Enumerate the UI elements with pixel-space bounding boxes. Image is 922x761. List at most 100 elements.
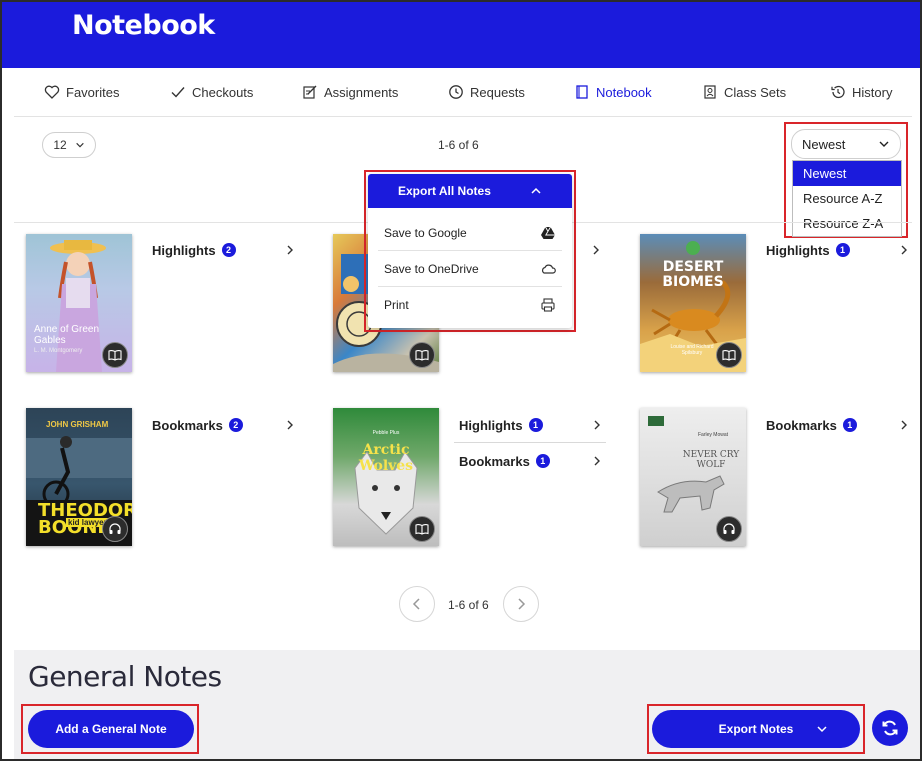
- count-badge: 2: [228, 418, 243, 432]
- note-type-label: Bookmarks: [459, 453, 530, 469]
- sort-selected-value: Newest: [802, 136, 846, 152]
- app-window: Notebook Favorites Checkouts Assignments…: [0, 0, 922, 761]
- book-cover-theodore-boone[interactable]: JOHN GRISHAM THEODORE BOONE kid lawyer: [26, 408, 132, 546]
- tab-label: Requests: [470, 84, 525, 100]
- headphones-icon: [109, 523, 121, 534]
- tab-label: Favorites: [66, 84, 120, 100]
- note-row-bookmarks[interactable]: Bookmarks 1: [459, 449, 603, 473]
- cover-author: Louise and Richard Spilsbury: [670, 344, 714, 356]
- cover-title: Arctic Wolves: [358, 442, 414, 474]
- count-badge: 1: [535, 454, 550, 468]
- chevron-right-icon: [594, 456, 600, 466]
- chevron-right-icon: [518, 598, 526, 610]
- listen-audiobook-button[interactable]: [716, 516, 742, 542]
- chevron-right-icon: [287, 420, 293, 430]
- save-to-onedrive-option[interactable]: Save to OneDrive: [378, 252, 562, 287]
- note-row-bookmarks[interactable]: Bookmarks 1: [766, 413, 910, 437]
- chevron-down-icon: [75, 142, 84, 148]
- tab-label: Notebook: [596, 84, 652, 100]
- note-type-label: Bookmarks: [766, 417, 837, 433]
- note-type-label: Bookmarks: [152, 417, 223, 433]
- class-sets-icon: [704, 85, 716, 99]
- heart-icon: [44, 85, 60, 99]
- pagination-range: 1-6 of 6: [448, 598, 489, 612]
- sort-select[interactable]: Newest: [791, 129, 901, 159]
- chevron-right-icon: [901, 245, 907, 255]
- check-icon: [171, 87, 185, 98]
- book-cover-arctic-wolves[interactable]: Arctic Wolves Pebble Plus: [333, 408, 439, 546]
- per-page-select[interactable]: 12: [42, 132, 96, 158]
- open-book-icon: [415, 524, 429, 535]
- next-page-button[interactable]: [503, 586, 539, 622]
- tab-favorites[interactable]: Favorites: [44, 84, 119, 100]
- nav-divider: [14, 116, 912, 117]
- sort-option-resource-a-z[interactable]: Resource A-Z: [793, 186, 901, 211]
- tab-class-sets[interactable]: Class Sets: [702, 84, 786, 100]
- general-notes-title: General Notes: [28, 660, 222, 693]
- note-row-highlights[interactable]: Highlights 2: [152, 238, 296, 262]
- count-badge: 1: [528, 418, 543, 432]
- open-book-button[interactable]: [102, 342, 128, 368]
- tab-history[interactable]: History: [830, 84, 892, 100]
- sort-option-resource-z-a[interactable]: Resource Z-A: [793, 211, 901, 236]
- save-to-google-option[interactable]: Save to Google: [378, 216, 562, 251]
- sort-options-list: Newest Resource A-Z Resource Z-A: [792, 160, 902, 237]
- tab-requests[interactable]: Requests: [448, 84, 525, 100]
- option-label: Print: [384, 297, 409, 312]
- listen-audiobook-button[interactable]: [102, 516, 128, 542]
- open-book-button[interactable]: [409, 516, 435, 542]
- refresh-icon: [882, 720, 898, 736]
- google-drive-icon: [541, 226, 555, 239]
- export-all-notes-menu: Export All Notes Save to Google Save to …: [368, 174, 572, 328]
- previous-page-button[interactable]: [399, 586, 435, 622]
- note-type-label: Highlights: [766, 242, 830, 258]
- note-row-highlights[interactable]: Highlights 1: [766, 238, 910, 262]
- option-label: Save to Google: [384, 226, 467, 240]
- export-all-notes-toggle[interactable]: Export All Notes: [368, 174, 572, 208]
- cover-author: Farley Mowat: [698, 432, 729, 438]
- tab-notebook[interactable]: Notebook: [574, 84, 652, 100]
- headphones-icon: [723, 523, 735, 534]
- open-book-icon: [108, 350, 122, 361]
- chevron-left-icon: [412, 598, 420, 610]
- tab-label: Assignments: [324, 84, 399, 100]
- history-icon: [831, 85, 845, 99]
- print-option[interactable]: Print: [378, 287, 562, 322]
- add-general-note-button[interactable]: Add a General Note: [28, 710, 194, 748]
- results-range: 1-6 of 6: [438, 138, 479, 152]
- cover-title: NEVER CRY WOLF: [682, 450, 740, 470]
- app-header: Notebook: [2, 2, 920, 68]
- tab-label: Class Sets: [724, 84, 787, 100]
- export-notes-button[interactable]: Export Notes: [652, 710, 860, 748]
- cover-author: L. M. Montgomery: [34, 348, 83, 354]
- book-cover-anne-of-green-gables[interactable]: Anne of Green Gables L. M. Montgomery: [26, 234, 132, 372]
- chevron-down-icon: [817, 726, 827, 733]
- note-row-divider: [454, 442, 606, 443]
- tab-label: Checkouts: [192, 84, 254, 100]
- sort-option-newest[interactable]: Newest: [793, 161, 901, 186]
- note-row-bookmarks[interactable]: Bookmarks 2: [152, 413, 296, 437]
- chevron-right-icon: [594, 420, 600, 430]
- tab-checkouts[interactable]: Checkouts: [170, 84, 253, 100]
- book-cover-never-cry-wolf[interactable]: Farley Mowat NEVER CRY WOLF: [640, 408, 746, 546]
- tab-assignments[interactable]: Assignments: [302, 84, 398, 100]
- count-badge: 1: [842, 418, 857, 432]
- main-nav: Favorites Checkouts Assignments Requests…: [2, 80, 920, 116]
- note-row-highlights[interactable]: Highlights 1: [459, 413, 603, 437]
- notebook-icon: [576, 85, 588, 99]
- clock-icon: [449, 85, 463, 99]
- per-page-value: 12: [53, 138, 67, 152]
- open-book-button[interactable]: [716, 342, 742, 368]
- cover-author: JOHN GRISHAM: [46, 420, 109, 429]
- tab-label: History: [852, 84, 893, 100]
- chevron-right-icon[interactable]: [590, 244, 602, 256]
- open-book-button[interactable]: [409, 342, 435, 368]
- open-book-icon: [415, 350, 429, 361]
- refresh-button[interactable]: [872, 710, 908, 746]
- chevron-down-icon: [879, 141, 889, 147]
- book-cover-desert-biomes[interactable]: DESERT BIOMES Louise and Richard Spilsbu…: [640, 234, 746, 372]
- onedrive-icon: [541, 264, 556, 274]
- assignment-icon: [303, 85, 317, 99]
- chevron-right-icon: [287, 245, 293, 255]
- printer-icon: [541, 297, 555, 312]
